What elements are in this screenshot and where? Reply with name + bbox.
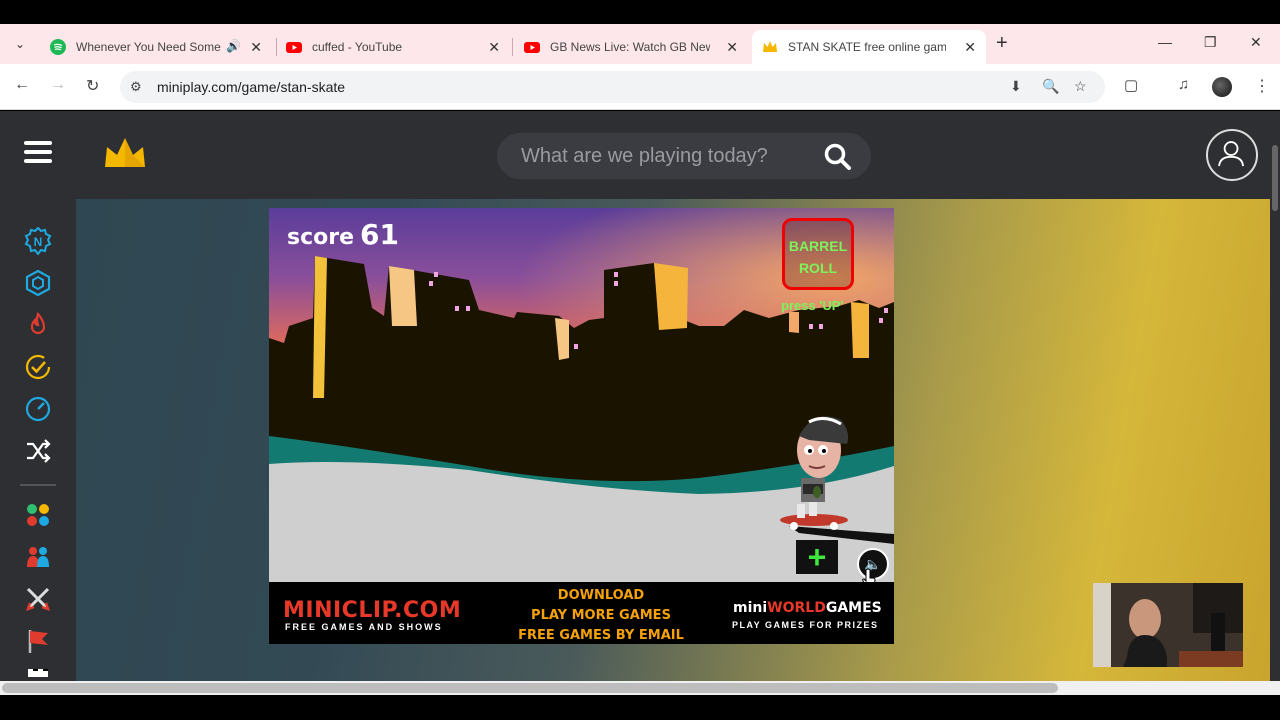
tab-title: STAN SKATE free online game on bbox=[788, 40, 946, 54]
mini-world-games-logo[interactable]: miniWORLDGAMES bbox=[733, 600, 882, 616]
close-tab-icon[interactable]: ✕ bbox=[488, 39, 500, 56]
score-display: score 61 bbox=[287, 218, 399, 251]
user-account-icon[interactable] bbox=[1206, 129, 1258, 181]
horizontal-scroll-thumb[interactable] bbox=[2, 683, 1058, 693]
close-tab-icon[interactable]: ✕ bbox=[964, 39, 976, 56]
score-value: 61 bbox=[360, 218, 399, 251]
tab-title: cuffed - YouTube bbox=[312, 40, 403, 54]
new-tab-icon[interactable]: + bbox=[996, 32, 1008, 55]
vertical-scroll-thumb[interactable] bbox=[1272, 145, 1278, 211]
horizontal-scrollbar[interactable] bbox=[0, 681, 1280, 695]
vertical-scrollbar[interactable] bbox=[1270, 111, 1280, 681]
extensions-icon[interactable]: ▢ bbox=[1124, 76, 1138, 94]
game-canvas[interactable]: score 61 BARREL ROLL press 'UP' + 🔈 MINIC… bbox=[269, 208, 894, 644]
download-link[interactable]: DOWNLOAD bbox=[501, 586, 701, 606]
close-tab-icon[interactable]: ✕ bbox=[726, 39, 738, 56]
screen: ⌄ Whenever You Need Somebody 🔊 ✕ cuffed … bbox=[0, 0, 1280, 720]
tab-youtube-cuffed[interactable]: cuffed - YouTube ✕ bbox=[276, 30, 510, 64]
browser-tab-strip: ⌄ Whenever You Need Somebody 🔊 ✕ cuffed … bbox=[0, 24, 1280, 64]
reload-icon[interactable]: ↻ bbox=[86, 76, 99, 96]
miniclip-logo[interactable]: MINICLIP.COM bbox=[283, 598, 461, 623]
tab-youtube-gbnews[interactable]: GB News Live: Watch GB News ✕ bbox=[514, 30, 748, 64]
adventure-flag-icon[interactable] bbox=[24, 627, 52, 655]
audio-icon[interactable]: 🔊 bbox=[226, 39, 241, 53]
miniplay-crown-logo[interactable] bbox=[102, 135, 148, 171]
free-games-email-link[interactable]: FREE GAMES BY EMAIL bbox=[501, 626, 701, 644]
two-player-icon[interactable] bbox=[24, 543, 52, 571]
back-icon[interactable]: ← bbox=[14, 76, 30, 94]
tab-title: GB News Live: Watch GB News bbox=[550, 40, 710, 54]
address-bar[interactable]: ⚙ miniplay.com/game/stan-skate ⬇ 🔍 ☆ bbox=[120, 71, 1105, 103]
crown-icon bbox=[763, 41, 777, 52]
score-label: score bbox=[287, 225, 355, 250]
nav-divider bbox=[20, 484, 56, 486]
site-header bbox=[0, 111, 1280, 199]
left-category-nav: N bbox=[0, 199, 76, 681]
action-swords-icon[interactable] bbox=[24, 585, 52, 613]
site-info-icon[interactable]: ⚙ bbox=[130, 79, 142, 95]
forward-icon[interactable]: → bbox=[50, 76, 66, 94]
mwg-tagline: PLAY GAMES FOR PRIZES bbox=[732, 620, 879, 630]
download-links: DOWNLOAD PLAY MORE GAMES FREE GAMES BY E… bbox=[501, 586, 701, 644]
close-window-icon[interactable]: ✕ bbox=[1250, 34, 1262, 51]
youtube-icon bbox=[524, 42, 540, 53]
restore-icon[interactable]: ❐ bbox=[1204, 34, 1217, 51]
mwg-prefix: mini bbox=[733, 600, 768, 616]
miniclip-footer-bar: MINICLIP.COM FREE GAMES AND SHOWS DOWNLO… bbox=[269, 582, 894, 644]
minimize-icon[interactable]: — bbox=[1158, 34, 1172, 50]
profile-avatar[interactable] bbox=[1212, 77, 1232, 97]
tab-separator bbox=[512, 38, 513, 56]
mwg-suffix: GAMES bbox=[825, 600, 882, 616]
webcam-person-image bbox=[1093, 583, 1243, 667]
close-tab-icon[interactable]: ✕ bbox=[250, 39, 262, 56]
random-shuffle-icon[interactable] bbox=[24, 437, 52, 465]
miniclip-tagline: FREE GAMES AND SHOWS bbox=[285, 622, 443, 632]
zoom-icon[interactable]: 🔍 bbox=[1042, 78, 1059, 95]
search-icon[interactable] bbox=[823, 142, 853, 172]
categories-dots-icon[interactable] bbox=[24, 501, 52, 529]
hot-games-flame-icon[interactable] bbox=[24, 311, 52, 339]
bookmark-star-icon[interactable]: ☆ bbox=[1074, 78, 1087, 95]
trick-name-line1: BARREL bbox=[788, 238, 848, 254]
play-more-games-link[interactable]: PLAY MORE GAMES bbox=[501, 606, 701, 626]
hamburger-menu-icon[interactable] bbox=[24, 141, 52, 165]
speed-gauge-icon[interactable] bbox=[24, 395, 52, 423]
install-app-icon[interactable]: ⬇ bbox=[1010, 78, 1022, 95]
trick-hint: press 'UP' bbox=[781, 298, 844, 313]
browser-toolbar: ← → ↻ ⚙ miniplay.com/game/stan-skate ⬇ 🔍… bbox=[0, 64, 1280, 110]
trick-name-line2: ROLL bbox=[798, 260, 838, 276]
media-controls-icon[interactable]: ♫ bbox=[1178, 76, 1189, 93]
mwg-mid: WORLD bbox=[767, 600, 826, 616]
played-check-icon[interactable] bbox=[24, 353, 52, 381]
svg-text:N: N bbox=[34, 235, 43, 249]
tab-title: Whenever You Need Somebody bbox=[76, 40, 221, 54]
tab-spotify[interactable]: Whenever You Need Somebody 🔊 ✕ bbox=[40, 30, 272, 64]
tab-stan-skate[interactable]: STAN SKATE free online game on ✕ bbox=[752, 30, 986, 64]
site-search-bar[interactable] bbox=[497, 133, 871, 179]
url-text: miniplay.com/game/stan-skate bbox=[157, 79, 346, 95]
youtube-icon bbox=[286, 42, 302, 53]
webcam-overlay bbox=[1093, 583, 1243, 667]
trick-prompt-box: BARREL ROLL bbox=[782, 218, 854, 290]
tab-search-button[interactable]: ⌄ bbox=[8, 32, 32, 56]
add-plus-button[interactable]: + bbox=[796, 540, 838, 574]
racing-flag-icon[interactable] bbox=[24, 669, 52, 681]
menu-dots-icon[interactable]: ⋮ bbox=[1254, 76, 1270, 96]
new-games-icon[interactable]: N bbox=[24, 227, 52, 255]
hexagon-category-icon[interactable] bbox=[24, 269, 52, 297]
search-input[interactable] bbox=[521, 143, 811, 169]
spotify-icon bbox=[50, 39, 66, 55]
